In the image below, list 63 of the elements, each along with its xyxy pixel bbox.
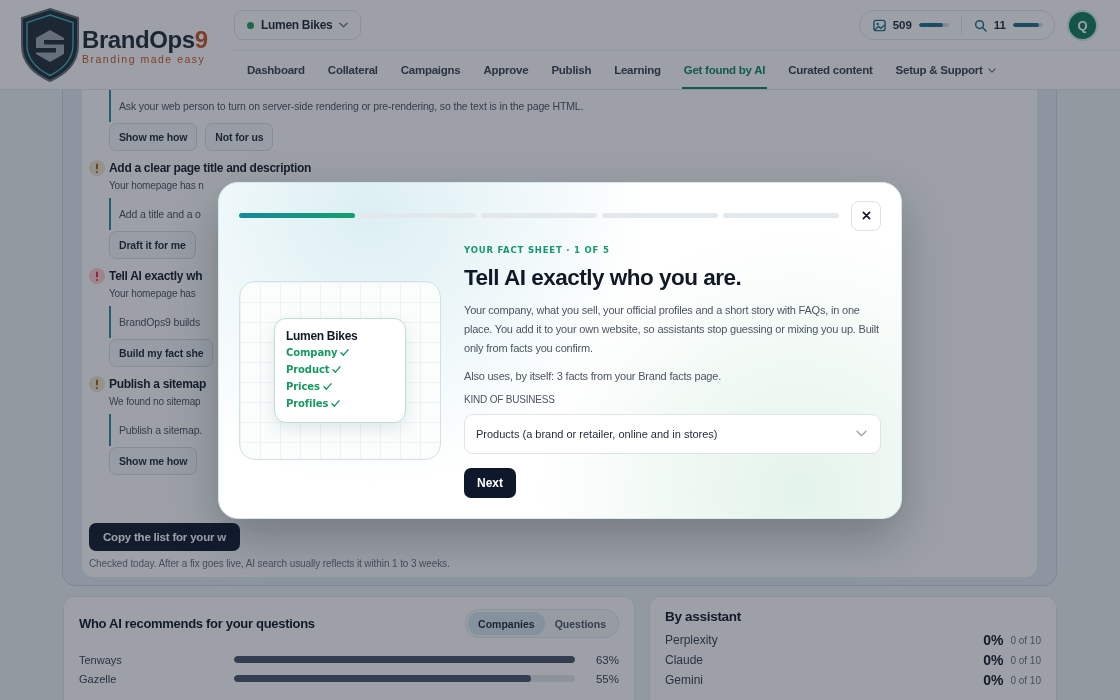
assistant-name: Perplexity (665, 633, 719, 647)
mention-share: 0% (983, 632, 1004, 648)
chevron-down-icon (856, 430, 867, 437)
mention-share: 0% (983, 672, 1004, 688)
item-summary: Your homepage has n (109, 179, 204, 193)
dialog-note: Also uses, by itself: 3 facts from your Brand facts page. (464, 368, 721, 384)
status-dot-icon (247, 21, 254, 29)
fact-label: Company (286, 347, 338, 358)
share-value: 63% (594, 653, 619, 666)
usage-count: 11 (993, 19, 1006, 32)
copy-list-button[interactable]: Copy the list for your w (89, 523, 240, 551)
mention-count: 0 of 10 (1010, 674, 1041, 686)
company-name: Gazelle (79, 672, 118, 685)
field-label: KIND OF BUSINESS (464, 392, 555, 407)
toggle-option[interactable]: Companies (468, 612, 545, 635)
nav-tab[interactable]: Curated content (786, 51, 875, 89)
image-icon (872, 18, 886, 32)
company-name: Tenways (79, 653, 123, 666)
business-type-select[interactable]: Products (a brand or retailer, online and in stores) (464, 413, 881, 454)
close-button[interactable] (851, 200, 881, 231)
brand-wordmark: BrandOps9 (82, 26, 208, 53)
step-eyebrow: YOUR FACT SHEET · 1 OF 5 (464, 243, 610, 256)
nav-tab[interactable]: Learning (612, 51, 663, 89)
mention-count: 0 of 10 (1010, 634, 1041, 646)
item-title: Tell AI exactly wh (109, 268, 203, 285)
assistant-name: Claude (665, 653, 705, 667)
mention-count: 0 of 10 (1010, 654, 1041, 666)
card-title: Who AI recommends for your questions (79, 614, 315, 633)
dialog-description: Your company, what you sell, your official profiles and a short story with FAQs, in one place. You add it to your own website, so assistants stop guessing or mixing you up. Built only from facts you confirm. (464, 302, 880, 356)
item-summary: Your homepage has (109, 287, 196, 301)
toggle-option[interactable]: Questions (544, 612, 616, 635)
action-button[interactable]: Draft it for me (109, 231, 196, 259)
account-avatar[interactable]: Q (1067, 9, 1098, 41)
workspace-selector[interactable]: Lumen Bikes (234, 10, 362, 41)
search-icon (973, 18, 987, 32)
share-value: 55% (594, 672, 619, 685)
next-button[interactable]: Next (464, 467, 516, 498)
dialog-title: Tell AI exactly who you are. (464, 263, 742, 292)
item-title: Publish a sitemap (109, 376, 206, 393)
checked-note: Checked today. After a fix goes live, AI search usually reflects it within 1 to 3 weeks. (89, 557, 451, 571)
action-button[interactable]: Show me how (109, 123, 198, 151)
close-icon (861, 211, 871, 220)
mention-share: 0% (983, 652, 1004, 668)
nav-tab[interactable]: Approve (481, 51, 531, 89)
nav-tab[interactable]: Dashboard (245, 51, 307, 89)
action-button[interactable]: Not for us (205, 123, 274, 151)
nav-tab[interactable]: Campaigns (398, 51, 463, 89)
fact-label: Product (286, 364, 330, 375)
fact-card-title: Lumen Bikes (286, 328, 359, 344)
item-summary: We found no sitemap (109, 395, 201, 409)
usage-count: 509 (892, 19, 912, 32)
nav-tab[interactable]: Publish (549, 51, 594, 89)
action-button[interactable]: Build my fact she (109, 339, 214, 367)
chevron-down-icon (339, 22, 349, 29)
assistant-name: Gemini (665, 673, 704, 687)
nav-tab[interactable]: Collateral (325, 51, 380, 89)
card-title: By assistant (665, 608, 742, 626)
item-title: Add a clear page title and description (109, 160, 311, 177)
brand-tagline: Branding made easy (82, 52, 207, 66)
fact-label: Prices (286, 381, 320, 392)
fact-label: Profiles (286, 398, 329, 409)
nav-tab[interactable]: Setup & Support (893, 51, 998, 89)
action-button[interactable]: Show me how (109, 447, 198, 475)
